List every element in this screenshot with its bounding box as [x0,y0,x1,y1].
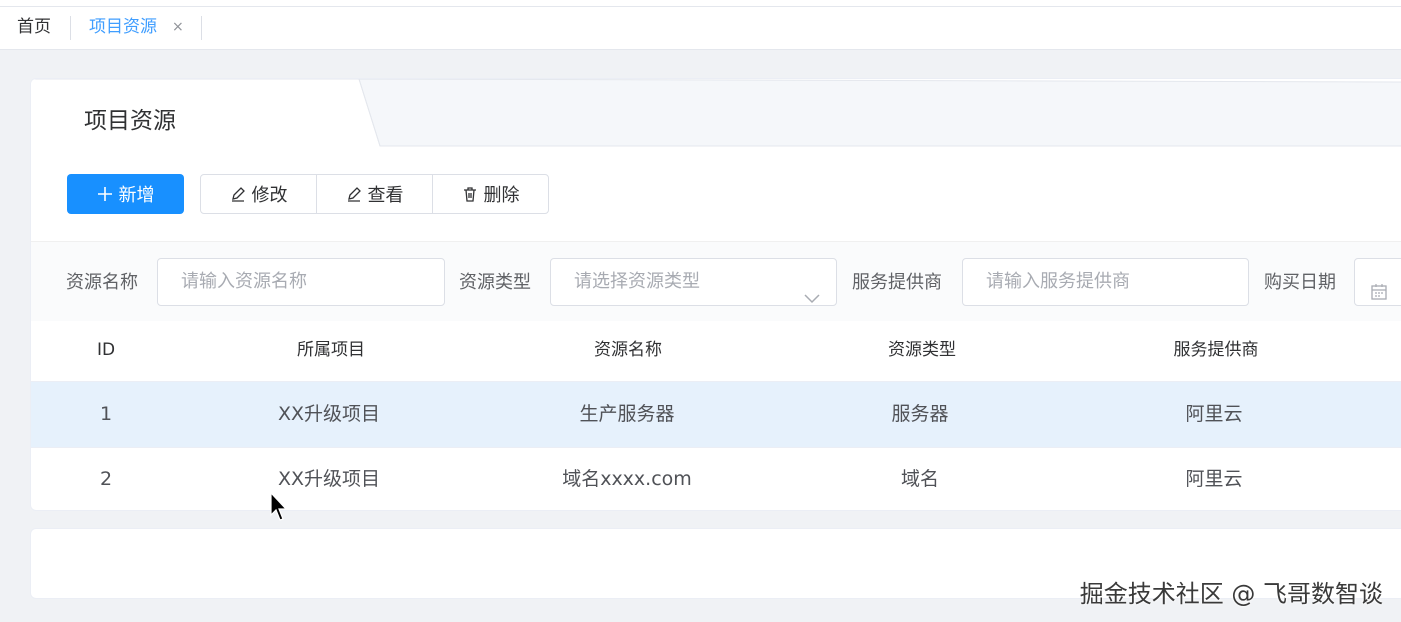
provider-input[interactable]: 请输入服务提供商 [962,258,1249,306]
view-button-label: 查看 [367,185,404,206]
resource-name-input[interactable]: 请输入资源名称 [157,258,445,306]
cell-project: XX升级项目 [277,403,381,425]
mouse-cursor-icon [270,491,290,526]
add-button-label: 新增 [118,185,155,206]
cell-resource-type: 服务器 [891,403,949,425]
tab-divider [201,16,202,40]
trash-icon [462,186,478,202]
cell-id: 2 [99,468,113,490]
purchase-date-label: 购买日期 [1264,272,1336,293]
table-row[interactable]: 1 XX升级项目 生产服务器 服务器 阿里云 [31,382,1401,448]
resource-type-select[interactable]: 请选择资源类型 [550,258,837,306]
provider-label: 服务提供商 [852,272,942,293]
card-tab-shape [31,79,1401,147]
top-strip [0,0,1401,7]
column-header-provider[interactable]: 服务提供商 [1174,321,1259,381]
edit-icon [346,186,362,202]
tab-home[interactable]: 首页 [17,7,51,49]
cell-provider: 阿里云 [1185,468,1243,490]
delete-button-label: 删除 [483,185,520,206]
action-button-group: 修改 查看 删除 [200,174,549,214]
search-form: 资源名称 请输入资源名称 资源类型 请选择资源类型 服务提供商 请输入服务提供商… [31,241,1401,323]
resource-type-label: 资源类型 [459,272,531,293]
tab-project-resources[interactable]: 项目资源 [89,7,157,49]
tab-divider [70,16,71,40]
column-header-resource-type[interactable]: 资源类型 [888,321,956,381]
card-tab-header: 项目资源 [31,79,1401,147]
provider-placeholder: 请输入服务提供商 [986,271,1130,292]
delete-button[interactable]: 删除 [432,175,548,213]
main-card: 项目资源 新增 修改 查看 删除 资源名称 请输入资源名称 资源类型 请选择资源… [30,78,1401,511]
edit-button[interactable]: 修改 [201,175,316,213]
purchase-date-picker[interactable] [1354,258,1401,306]
tab-close-icon[interactable]: × [172,7,184,49]
cell-resource-name: 生产服务器 [579,403,675,425]
cell-resource-type: 域名 [900,468,940,490]
resource-name-label: 资源名称 [66,272,138,293]
cell-provider: 阿里云 [1185,403,1243,425]
table-row[interactable]: 2 XX升级项目 域名xxxx.com 域名 阿里云 [31,447,1401,510]
cell-id: 1 [99,403,113,425]
plus-icon [97,186,113,202]
table-header: ID 所属项目 资源名称 资源类型 服务提供商 [31,321,1401,382]
watermark: 掘金技术社区 @ 飞哥数智谈 [1079,580,1383,608]
tags-view-bar: 首页 项目资源 × [0,7,1401,50]
calendar-icon [1370,273,1388,319]
cell-project: XX升级项目 [277,468,381,490]
cell-resource-name: 域名xxxx.com [562,468,692,490]
edit-icon [230,186,246,202]
chevron-down-icon [804,276,820,322]
resource-name-placeholder: 请输入资源名称 [181,271,307,292]
column-header-id[interactable]: ID [97,321,115,381]
view-button[interactable]: 查看 [316,175,432,213]
column-header-project[interactable]: 所属项目 [297,321,365,381]
add-button[interactable]: 新增 [67,174,184,214]
card-tab-title[interactable]: 项目资源 [84,101,176,135]
column-header-resource-name[interactable]: 资源名称 [594,321,662,381]
resource-type-placeholder: 请选择资源类型 [574,271,700,292]
edit-button-label: 修改 [251,185,288,206]
